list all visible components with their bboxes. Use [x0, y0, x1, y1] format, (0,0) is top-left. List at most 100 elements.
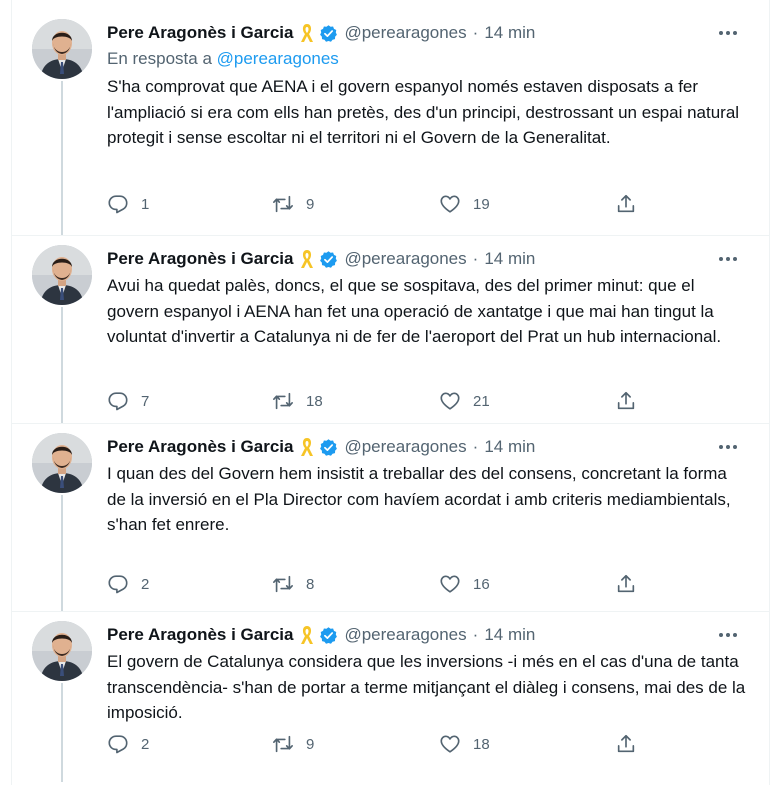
more-options-button[interactable] [716, 248, 740, 270]
verified-badge-icon [320, 438, 338, 456]
reply-count: 1 [141, 195, 150, 213]
share-button[interactable] [615, 573, 637, 595]
meta-separator: · [472, 625, 479, 644]
avatar[interactable] [32, 245, 92, 305]
tweet[interactable]: Pere Aragonès i Garcia @perearagones · 1… [11, 0, 770, 236]
avatar-photo [32, 19, 92, 79]
retweet-button[interactable]: 9 [272, 733, 314, 755]
like-count: 18 [473, 735, 490, 753]
meta-separator: · [472, 249, 479, 268]
tweet-text: Avui ha quedat palès, doncs, el que se s… [107, 276, 722, 346]
retweet-icon [273, 195, 293, 213]
avatar-photo [32, 433, 92, 493]
more-options-button[interactable] [716, 22, 740, 44]
like-button[interactable]: 21 [439, 390, 490, 412]
retweet-icon [273, 575, 293, 593]
heart-icon [440, 735, 460, 753]
reply-button[interactable]: 1 [107, 193, 149, 215]
author-name[interactable]: Pere Aragonès i Garcia [107, 437, 293, 457]
share-button[interactable] [615, 733, 637, 755]
verified-badge-icon [320, 626, 338, 644]
tweet-text: S'ha comprovat que AENA i el govern espa… [107, 77, 740, 147]
tweet-actions: 2 8 16 [107, 573, 667, 595]
author-handle[interactable]: @perearagones [344, 437, 466, 457]
yellow-ribbon-icon [301, 626, 314, 644]
tweet-actions: 7 18 21 [107, 390, 667, 412]
author-name[interactable]: Pere Aragonès i Garcia [107, 625, 293, 645]
avatar-photo [32, 245, 92, 305]
tweet-text: I quan des del Govern hem insistit a tre… [107, 464, 731, 534]
share-icon [617, 574, 635, 593]
author-handle[interactable]: @perearagones [344, 249, 466, 269]
more-options-button[interactable] [716, 436, 740, 458]
thread-line [61, 683, 63, 782]
heart-icon [440, 195, 460, 213]
retweet-icon [273, 392, 293, 410]
reply-icon [108, 392, 128, 411]
more-options-icon [719, 31, 737, 35]
reply-context: En resposta a @perearagones [107, 49, 750, 71]
yellow-ribbon-icon [301, 250, 314, 268]
tweet-time[interactable]: 14 min [484, 625, 535, 645]
retweet-count: 8 [306, 575, 315, 593]
verified-badge-icon [320, 24, 338, 42]
share-icon [617, 194, 635, 213]
avatar[interactable] [32, 19, 92, 79]
tweet[interactable]: Pere Aragonès i Garcia @perearagones · 1… [11, 236, 770, 424]
reply-count: 7 [141, 392, 150, 410]
reply-handle-link[interactable]: @perearagones [217, 49, 339, 68]
thread-line [61, 495, 63, 612]
tweet-time[interactable]: 14 min [484, 437, 535, 457]
reply-count: 2 [141, 735, 150, 753]
reply-count: 2 [141, 575, 150, 593]
author-handle[interactable]: @perearagones [344, 23, 466, 43]
meta-separator: · [472, 437, 479, 456]
avatar[interactable] [32, 433, 92, 493]
meta-separator: · [472, 23, 479, 42]
tweet-time[interactable]: 14 min [484, 23, 535, 43]
retweet-count: 9 [306, 735, 315, 753]
like-button[interactable]: 18 [439, 733, 490, 755]
tweet-actions: 1 9 19 [107, 193, 667, 215]
tweet-actions: 2 9 18 [107, 733, 667, 755]
more-options-icon [719, 257, 737, 261]
author-name[interactable]: Pere Aragonès i Garcia [107, 23, 293, 43]
share-button[interactable] [615, 390, 637, 412]
thread-line [61, 81, 63, 236]
verified-badge-icon [320, 250, 338, 268]
reply-button[interactable]: 7 [107, 390, 149, 412]
retweet-button[interactable]: 18 [272, 390, 323, 412]
retweet-button[interactable]: 9 [272, 193, 314, 215]
reply-button[interactable]: 2 [107, 733, 149, 755]
thread-line [61, 307, 63, 424]
retweet-icon [273, 735, 293, 753]
reply-button[interactable]: 2 [107, 573, 149, 595]
tweet[interactable]: Pere Aragonès i Garcia @perearagones · 1… [11, 612, 770, 785]
share-button[interactable] [615, 193, 637, 215]
more-options-button[interactable] [716, 624, 740, 646]
yellow-ribbon-icon [301, 24, 314, 42]
like-button[interactable]: 19 [439, 193, 490, 215]
author-handle[interactable]: @perearagones [344, 625, 466, 645]
tweet[interactable]: Pere Aragonès i Garcia @perearagones · 1… [11, 424, 770, 612]
heart-icon [440, 392, 460, 410]
more-options-icon [719, 633, 737, 637]
share-icon [617, 734, 635, 753]
reply-icon [108, 735, 128, 754]
yellow-ribbon-icon [301, 438, 314, 456]
reply-icon [108, 575, 128, 594]
retweet-button[interactable]: 8 [272, 573, 314, 595]
tweet-text: El govern de Catalunya considera que les… [107, 652, 746, 722]
like-button[interactable]: 16 [439, 573, 490, 595]
author-name[interactable]: Pere Aragonès i Garcia [107, 249, 293, 269]
share-icon [617, 391, 635, 410]
like-count: 16 [473, 575, 490, 593]
like-count: 21 [473, 392, 490, 410]
heart-icon [440, 575, 460, 593]
retweet-count: 9 [306, 195, 315, 213]
reply-icon [108, 195, 128, 214]
avatar[interactable] [32, 621, 92, 681]
reply-prefix: En resposta a [107, 49, 212, 68]
tweet-time[interactable]: 14 min [484, 249, 535, 269]
more-options-icon [719, 445, 737, 449]
